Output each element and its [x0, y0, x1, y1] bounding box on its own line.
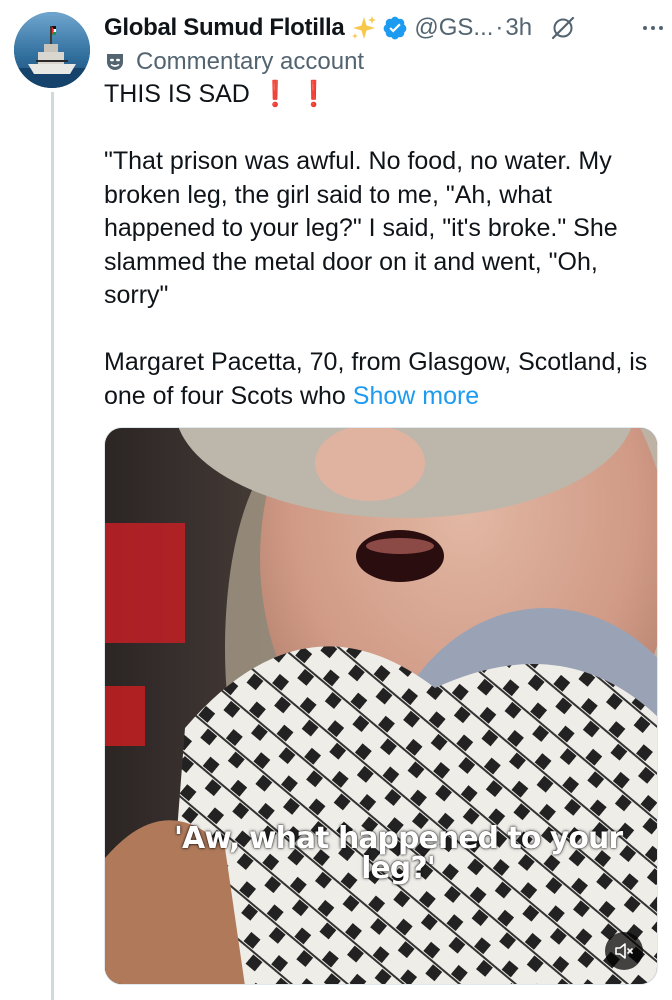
- post-line-1: THIS IS SAD: [104, 80, 250, 108]
- separator-dot: ·: [495, 14, 504, 41]
- speaker-muted-icon[interactable]: [605, 932, 643, 970]
- sparkle-icon: [350, 14, 378, 42]
- more-options-icon[interactable]: [640, 15, 666, 41]
- post-time[interactable]: 3h: [505, 14, 532, 42]
- theater-mask-icon: [104, 51, 126, 73]
- avatar[interactable]: [14, 12, 90, 88]
- grok-icon[interactable]: [550, 15, 576, 41]
- post-line-2: "That prison was awful. No food, no wate…: [104, 147, 618, 309]
- video-frame: [105, 428, 657, 984]
- commentary-label: Commentary account: [104, 46, 364, 78]
- commentary-text: Commentary account: [136, 48, 365, 75]
- avatar-boat-image: [14, 12, 90, 88]
- show-more-link[interactable]: Show more: [353, 382, 479, 410]
- thread-line: [51, 92, 54, 1000]
- verified-icon[interactable]: [382, 15, 408, 41]
- author-name[interactable]: Global Sumud Flotilla: [104, 14, 345, 42]
- author-handle[interactable]: @GS...: [414, 14, 493, 42]
- exclamation-icons: ❗ ❗: [259, 80, 330, 108]
- post-header: Global Sumud Flotilla @GS... · 3h: [104, 10, 666, 46]
- post-body: THIS IS SAD ❗ ❗ "That prison was awful. N…: [104, 78, 664, 413]
- video-player[interactable]: 'Aw, what happened to your leg?': [104, 427, 658, 985]
- video-caption: 'Aw, what happened to your leg?': [173, 821, 623, 886]
